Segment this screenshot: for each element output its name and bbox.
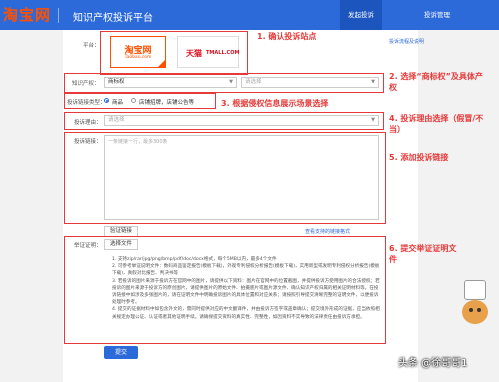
platform-tmall[interactable]: 天猫 TMALL.COM bbox=[177, 36, 239, 68]
header-divider bbox=[58, 8, 59, 23]
links-textarea[interactable]: 一条链接一行，最多300条 bbox=[104, 135, 379, 220]
ip-detail-select[interactable]: 请选择 ▼ bbox=[241, 77, 379, 88]
scene-type-label: 投诉链接类型： bbox=[67, 100, 106, 106]
chevron-down-icon: ▼ bbox=[371, 79, 375, 85]
radio-dot bbox=[106, 100, 108, 102]
annotation-3: 3. 根据侵权信息展示场景选择 bbox=[221, 99, 329, 108]
platform-taobao[interactable]: 淘宝网 Taobao.com bbox=[110, 36, 166, 68]
links-placeholder: 一条链接一行，最多300条 bbox=[108, 139, 168, 145]
links-label: 投诉链接： bbox=[74, 139, 102, 145]
evidence-label: 举证证明： bbox=[74, 243, 102, 249]
top-bar: 淘宝网 知识产权投诉平台 发起投诉 投诉管理 bbox=[0, 0, 499, 30]
reason-select[interactable]: 请选择 ▼ bbox=[104, 115, 379, 126]
watermark: 头条 @徐哥哥1 bbox=[398, 358, 468, 369]
tip-item: 4. 提交的证据材料中如包含外文的，需同时提供对应的中文翻译件，并由投诉方签字或… bbox=[112, 307, 380, 320]
annotation-6: 6. 提交举证证明文件 bbox=[389, 244, 457, 264]
tip-item: 2. 可参考举证说明文件：数码商品鉴定报告(模板下载)，外观专利侵权分析报告(模… bbox=[112, 264, 380, 277]
process-explanation-link[interactable]: 投诉流程及说明 bbox=[389, 38, 424, 45]
supported-format-link[interactable]: 查看支持的链接格式 bbox=[305, 228, 350, 235]
site-title: 知识产权投诉平台 bbox=[73, 13, 153, 24]
tip-item: 1. 支持zip/rar/jpg/png/bmp/pdf/doc/docx格式，… bbox=[112, 257, 277, 262]
chevron-down-icon: ▼ bbox=[229, 79, 233, 85]
ip-type-select[interactable]: 商标权 ▼ bbox=[104, 77, 237, 88]
reason-label: 投诉理由： bbox=[74, 120, 102, 126]
radio-goods[interactable] bbox=[104, 98, 109, 103]
annotation-1: 1. 确认投诉站点 bbox=[257, 32, 317, 41]
annotation-2: 2. 选择“商标权”及具体产权 bbox=[389, 72, 483, 92]
mascot-icon bbox=[460, 280, 490, 326]
nav-initiate-complaint[interactable]: 发起投诉 bbox=[340, 0, 382, 30]
reason-placeholder: 请选择 bbox=[108, 117, 125, 123]
ip-type-value: 商标权 bbox=[108, 79, 125, 85]
submit-button[interactable]: 提交 bbox=[104, 346, 138, 359]
radio-shop-sign[interactable] bbox=[131, 98, 136, 103]
chevron-down-icon: ▼ bbox=[371, 117, 375, 123]
nav-complaint-management[interactable]: 投诉管理 bbox=[416, 0, 458, 30]
ip-detail-placeholder: 请选择 bbox=[245, 79, 262, 85]
tmall-platform-domain: TMALL.COM bbox=[206, 50, 240, 56]
platform-label: 平台： bbox=[83, 43, 100, 49]
choose-file-button[interactable]: 选择文件 bbox=[104, 239, 138, 250]
tmall-platform-name: 天猫 bbox=[186, 49, 202, 58]
radio-shop-sign-label: 店铺招牌，店铺公告等 bbox=[139, 100, 195, 106]
selected-corner-icon bbox=[158, 60, 165, 67]
taobao-logo[interactable]: 淘宝网 bbox=[3, 4, 51, 25]
taobao-platform-domain: Taobao.com bbox=[124, 55, 152, 60]
tip-item: 3. 若投诉的图片来源于投诉方在官网中的图片，请提供以下资料：图片在官网中的位置… bbox=[112, 278, 380, 306]
ip-label: 知识产权： bbox=[72, 81, 100, 87]
annotation-5: 5. 添加投诉链接 bbox=[389, 153, 449, 162]
radio-goods-label: 商品 bbox=[112, 100, 124, 106]
annotation-4: 4. 投诉理由选择（假冒/不当） bbox=[389, 114, 484, 134]
evidence-tips: 1. 支持zip/rar/jpg/png/bmp/pdf/doc/docx格式，… bbox=[112, 256, 380, 321]
